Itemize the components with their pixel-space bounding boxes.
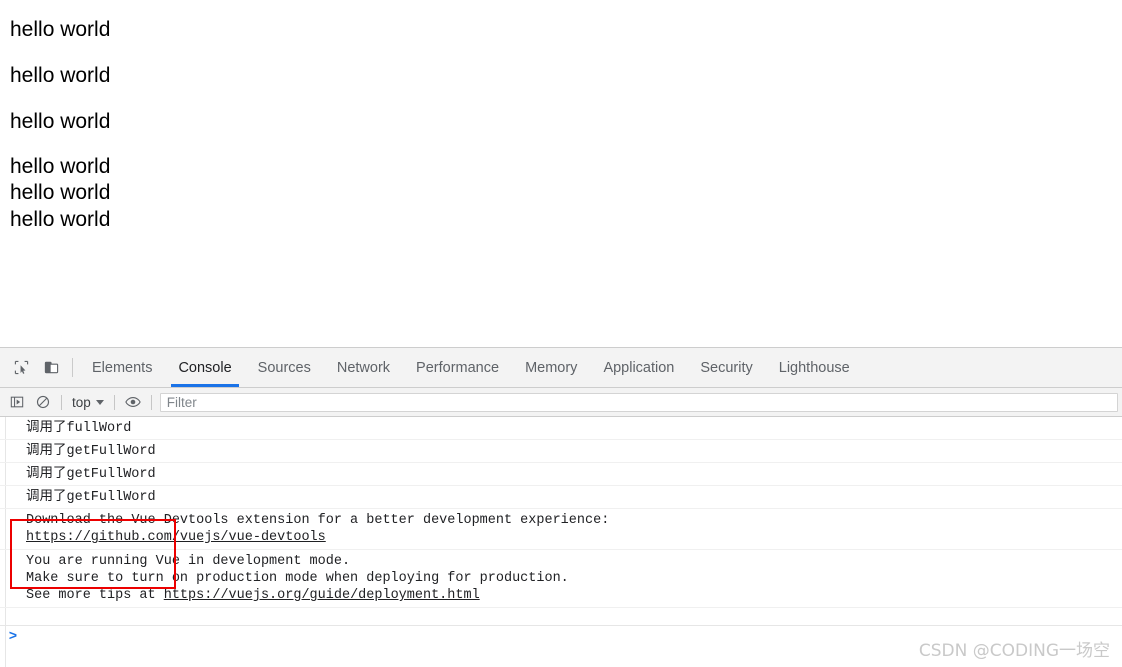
inspect-element-button[interactable] <box>6 348 36 387</box>
console-filter-input[interactable] <box>159 392 1118 412</box>
page-viewport: hello world hello world hello world hell… <box>0 0 1122 347</box>
tab-performance[interactable]: Performance <box>403 348 512 387</box>
devtools-panel: Elements Console Sources Network Perform… <box>0 347 1122 667</box>
console-toolbar-divider-1 <box>61 394 62 410</box>
console-message-cjk-prefix: 调用了 <box>26 419 67 435</box>
vue-devtools-link[interactable]: https://github.com/vuejs/vue-devtools <box>26 529 1122 546</box>
console-message-cjk-prefix: 调用了 <box>26 465 67 481</box>
console-message-cjk-prefix: 调用了 <box>26 488 67 504</box>
tab-security[interactable]: Security <box>687 348 765 387</box>
tab-network[interactable]: Network <box>324 348 403 387</box>
vue-dev-mode-line-3-prefix: See more tips at <box>26 588 164 603</box>
devtools-tabbar: Elements Console Sources Network Perform… <box>0 348 1122 388</box>
console-message-cjk-prefix: 调用了 <box>26 442 67 458</box>
device-toolbar-button[interactable] <box>36 348 66 387</box>
vue-dev-mode-line-3: See more tips at https://vuejs.org/guide… <box>26 587 1122 604</box>
hello-world-line-6: hello world <box>10 208 111 231</box>
console-message-vue-dev-mode[interactable]: You are running Vue in development mode.… <box>0 550 1122 608</box>
clear-console-button[interactable] <box>30 389 56 415</box>
tabbar-divider <box>72 358 73 377</box>
device-toolbar-icon <box>44 360 59 375</box>
console-message-code: getFullWord <box>66 444 156 459</box>
hello-world-line-2: hello world <box>10 64 111 87</box>
console-sidebar-icon <box>10 395 24 409</box>
console-sidebar-toggle-button[interactable] <box>4 389 30 415</box>
console-message-code: getFullWord <box>66 490 156 505</box>
csdn-watermark: CSDN @CODING一场空 <box>918 641 1110 661</box>
execution-context-label: top <box>72 394 91 410</box>
eye-icon <box>125 395 141 409</box>
console-message-code: getFullWord <box>66 467 156 482</box>
chevron-down-icon <box>95 399 104 405</box>
hello-world-line-3: hello world <box>10 110 111 133</box>
inspect-element-icon <box>14 360 29 375</box>
execution-context-selector[interactable]: top <box>67 395 109 410</box>
console-message-fullword[interactable]: 调用了fullWord <box>0 417 1122 440</box>
vue-dev-mode-line-2: Make sure to turn on production mode whe… <box>26 571 569 586</box>
vue-devtools-text: Download the Vue Devtools extension for … <box>26 513 610 528</box>
tab-elements[interactable]: Elements <box>79 348 165 387</box>
hello-world-line-1: hello world <box>10 18 111 41</box>
tab-memory[interactable]: Memory <box>512 348 590 387</box>
console-message-getfullword-1[interactable]: 调用了getFullWord <box>0 440 1122 463</box>
tab-console[interactable]: Console <box>165 348 244 387</box>
console-toolbar-divider-2 <box>113 394 115 410</box>
console-message-list[interactable]: 调用了fullWord 调用了getFullWord 调用了getFullWor… <box>0 417 1122 667</box>
tab-lighthouse[interactable]: Lighthouse <box>766 348 863 387</box>
console-toolbar-divider-3 <box>150 394 152 410</box>
console-toolbar: top <box>0 388 1122 417</box>
hello-world-line-5: hello world <box>10 181 111 204</box>
live-expression-button[interactable] <box>120 389 146 415</box>
console-message-getfullword-3[interactable]: 调用了getFullWord <box>0 486 1122 509</box>
vue-dev-mode-line-1: You are running Vue in development mode. <box>26 554 351 569</box>
vue-deployment-link[interactable]: https://vuejs.org/guide/deployment.html <box>164 588 480 603</box>
console-message-code: fullWord <box>66 421 132 436</box>
console-prompt-arrow-icon: > <box>8 628 18 645</box>
console-message-vue-devtools[interactable]: Download the Vue Devtools extension for … <box>0 509 1122 550</box>
clear-console-icon <box>36 395 50 409</box>
console-message-getfullword-2[interactable]: 调用了getFullWord <box>0 463 1122 486</box>
devtools-screenshot: hello world hello world hello world hell… <box>0 0 1122 667</box>
tab-application[interactable]: Application <box>590 348 687 387</box>
tab-sources[interactable]: Sources <box>245 348 324 387</box>
hello-world-line-4: hello world <box>10 155 111 178</box>
